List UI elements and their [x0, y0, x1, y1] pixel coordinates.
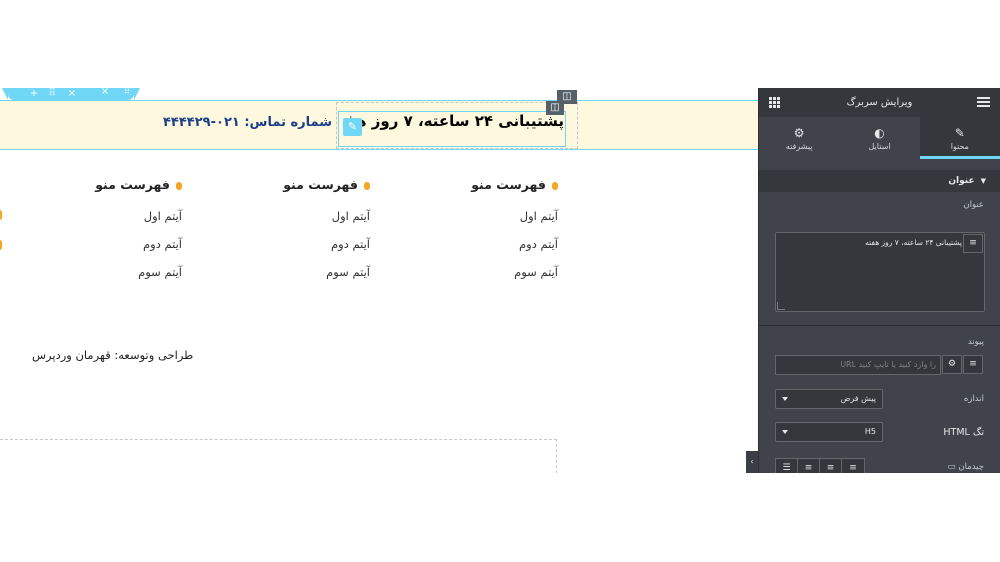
tab-label: پیشرفته — [785, 142, 813, 151]
section-toggle-title[interactable]: ▼عنوان — [759, 170, 1000, 192]
add-section-button[interactable]: + — [26, 88, 42, 100]
gear-icon: ⚙ — [793, 126, 805, 140]
tab-style[interactable]: ◐ استایل — [839, 117, 919, 159]
bullet-icon — [176, 181, 182, 190]
chevron-down-icon — [782, 397, 788, 401]
pencil-icon: ✎ — [954, 126, 965, 140]
html-tag-field-label: تگ HTML — [943, 427, 984, 438]
caret-down-icon: ▼ — [980, 177, 986, 185]
menu-title: فهرست منو — [42, 174, 182, 196]
panel-title: ویرایش سربرگ — [846, 97, 913, 108]
hamburger-menu-icon[interactable] — [977, 97, 990, 108]
desktop-icon: ▭ — [947, 462, 956, 472]
align-center-icon[interactable]: ≡ — [820, 459, 842, 473]
panel-header: ویرایش سربرگ — [759, 88, 1000, 117]
menu-column-2[interactable]: فهرست منو آیتم اول آیتم دوم آیتم سوم — [230, 174, 370, 286]
bullet-icon — [552, 181, 558, 190]
title-textarea[interactable]: پشتیبانی ۲۴ ساعته، ۷ روز هفته — [775, 232, 985, 312]
tab-advanced[interactable]: ⚙ پیشرفته — [759, 117, 839, 159]
tab-content[interactable]: ✎ محتوا — [919, 117, 1000, 159]
editor-stage: + ⠿ × × ⠿ ◫ ◫ پشتیبانی ۲۴ ساعته، ۷ روز ه… — [0, 0, 1000, 562]
credit-text[interactable]: طراحی وتوسعه: قهرمان وردپرس — [32, 348, 193, 362]
menu-title: فهرست منو — [418, 174, 558, 196]
bullet-icon — [0, 240, 2, 250]
chevron-down-icon — [782, 430, 788, 434]
drag-section-handle[interactable]: ⠿ — [44, 88, 60, 100]
pencil-icon[interactable]: ✎ — [343, 118, 362, 136]
link-options-gear-icon[interactable]: ⚙ — [942, 355, 962, 374]
align-justify-icon[interactable]: ☰ — [776, 459, 798, 473]
resize-handle-icon[interactable] — [777, 302, 785, 310]
contact-phone[interactable]: شماره تماس: ۰۲۱-۴۴۴۴۲۹ — [163, 115, 332, 130]
menu-column-3[interactable]: فهرست منو آیتم اول آیتم دوم آیتم سوم — [42, 174, 182, 286]
html-tag-select[interactable]: H5 — [775, 422, 883, 442]
dynamic-tags-icon[interactable]: ≡ — [963, 234, 983, 253]
align-right-icon[interactable]: ≡ — [798, 459, 820, 473]
collapse-panel-button[interactable]: ‹ — [746, 451, 758, 473]
preview-canvas: + ⠿ × × ⠿ ◫ ◫ پشتیبانی ۲۴ ساعته، ۷ روز ه… — [0, 88, 760, 473]
delete-section-button[interactable]: × — [64, 88, 80, 100]
alignment-field-label: چیدمان ▭ — [947, 462, 984, 472]
empty-section-placeholder[interactable] — [0, 439, 557, 473]
tab-label: استایل — [868, 142, 891, 151]
menu-item[interactable]: آیتم سوم — [42, 258, 182, 286]
align-left-icon[interactable]: ≡ — [842, 459, 864, 473]
drag-column-handle[interactable]: ⠿ — [120, 88, 134, 97]
link-url-input[interactable]: را وارد کنید یا تایپ کنید URL — [775, 355, 941, 375]
alignment-control: ☰ ≡ ≡ ≡ — [775, 458, 865, 473]
menu-item[interactable]: آیتم اول — [230, 202, 370, 230]
menu-title: فهرست منو — [230, 174, 370, 196]
link-dynamic-tags-icon[interactable]: ≡ — [963, 355, 983, 374]
link-field-label: پیوند — [967, 337, 984, 347]
section-toolbar[interactable]: + ⠿ × × ⠿ — [2, 88, 140, 100]
title-field-label: عنوان — [963, 200, 984, 210]
menu-item[interactable]: آیتم اول — [418, 202, 558, 230]
delete-column-button[interactable]: × — [98, 88, 112, 97]
menu-item[interactable]: آیتم دوم — [418, 230, 558, 258]
contrast-icon: ◐ — [874, 126, 885, 140]
bullet-icon — [364, 181, 370, 190]
menu-item[interactable]: آیتم سوم — [418, 258, 558, 286]
tab-label: محتوا — [950, 142, 969, 151]
menu-item[interactable]: آیتم دوم — [230, 230, 370, 258]
menu-item[interactable]: آیتم اول — [42, 202, 182, 230]
editor-panel: ویرایش سربرگ ✎ محتوا ◐ استایل ⚙ پیشرفته … — [758, 88, 1000, 473]
bullet-icon — [0, 210, 2, 220]
panel-tabs: ✎ محتوا ◐ استایل ⚙ پیشرفته — [759, 117, 1000, 159]
divider — [759, 325, 1000, 326]
menu-item[interactable]: آیتم سوم — [230, 258, 370, 286]
size-field-label: اندازه — [963, 394, 984, 404]
menu-item[interactable]: آیتم دوم — [42, 230, 182, 258]
header-heading[interactable]: پشتیبانی ۲۴ ساعته، ۷ روز هفته — [350, 112, 564, 130]
menu-column-1[interactable]: فهرست منو آیتم اول آیتم دوم آیتم سوم — [418, 174, 558, 286]
size-select[interactable]: پیش فرض — [775, 389, 883, 409]
